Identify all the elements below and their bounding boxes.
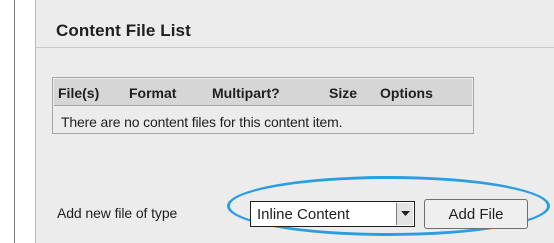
table-header-row: File(s) Format Multipart? Size Options: [54, 79, 472, 106]
empty-table-message: There are no content files for this cont…: [61, 114, 343, 130]
column-header-multipart: Multipart?: [212, 85, 280, 101]
add-file-button[interactable]: Add File: [424, 199, 528, 229]
column-header-options: Options: [380, 85, 433, 101]
add-file-type-label: Add new file of type: [57, 205, 178, 221]
column-header-format: Format: [129, 85, 177, 101]
title-divider: [36, 47, 554, 48]
section-title: Content File List: [56, 21, 191, 40]
content-file-table: File(s) Format Multipart? Size Options T…: [52, 77, 474, 134]
file-type-select[interactable]: Inline Content: [250, 201, 415, 227]
file-type-selected-value: Inline Content: [257, 206, 350, 223]
column-header-size: Size: [329, 85, 358, 101]
column-header-files: File(s): [58, 85, 100, 101]
dropdown-arrow-button[interactable]: [396, 203, 413, 225]
triangle-down-icon: [400, 211, 410, 216]
left-border-line: [14, 0, 15, 243]
